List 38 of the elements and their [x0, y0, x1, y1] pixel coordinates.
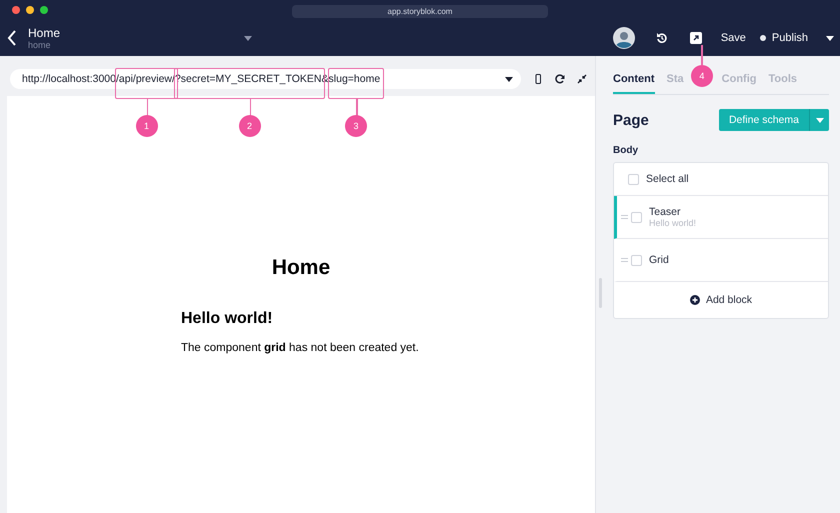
block-name: Teaser: [649, 206, 682, 218]
teaser-heading: Hello world!: [181, 310, 274, 328]
content-type-title: Page: [613, 112, 650, 128]
plus-circle-icon: [690, 295, 700, 305]
page-heading: Home: [272, 256, 330, 280]
block-preview: Hello world!: [649, 218, 696, 228]
caret-icon[interactable]: [826, 36, 834, 40]
caret-icon: [505, 76, 513, 82]
field-label: Body: [613, 145, 639, 156]
maximize-window-button[interactable]: [40, 6, 48, 14]
collapse-icon[interactable]: [577, 74, 587, 84]
leader-line: [701, 45, 703, 65]
mobile-icon[interactable]: [533, 74, 543, 84]
back-icon[interactable]: [6, 30, 18, 46]
refresh-icon[interactable]: [555, 74, 565, 84]
drag-handle-icon[interactable]: [621, 215, 628, 219]
tab[interactable]: Content: [613, 66, 655, 94]
checkbox[interactable]: [631, 212, 642, 222]
add-block-button[interactable]: Add block: [684, 293, 758, 307]
story-title: Home: [28, 26, 62, 40]
block-name: Grid: [649, 254, 669, 266]
status-dot-icon: [760, 35, 766, 41]
select-all-label[interactable]: Select all: [646, 173, 689, 185]
block-item[interactable]: Grid: [614, 239, 828, 282]
close-window-button[interactable]: [12, 6, 20, 14]
checkbox[interactable]: [631, 254, 642, 266]
drag-handle-icon[interactable]: [621, 258, 628, 262]
history-icon[interactable]: [656, 32, 668, 44]
avatar[interactable]: [612, 27, 635, 49]
block-item[interactable]: Teaser Hello world!: [614, 196, 828, 239]
minimize-window-button[interactable]: [26, 6, 34, 14]
checkbox[interactable]: [628, 174, 639, 184]
story-slug: home: [28, 40, 52, 50]
address-bar[interactable]: app.storyblok.com: [292, 5, 548, 18]
caret-icon: [244, 36, 252, 40]
publish-button[interactable]: Publish: [754, 32, 814, 44]
save-button[interactable]: Save: [714, 32, 752, 44]
message-text: The component grid has not been created yet.: [181, 342, 420, 354]
